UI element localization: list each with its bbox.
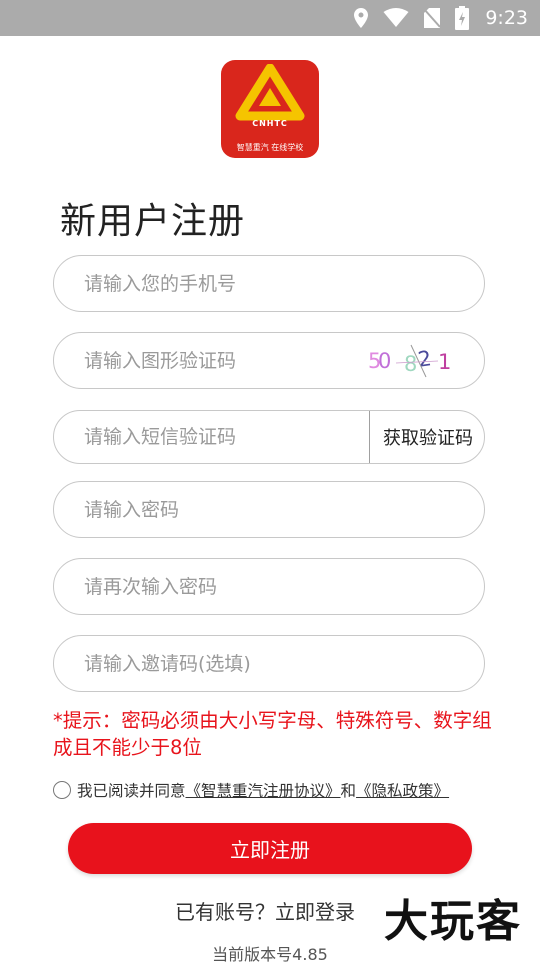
confirm-password-field bbox=[53, 558, 485, 615]
user-agreement-link[interactable]: 《智慧重汽注册协议》 bbox=[186, 779, 341, 801]
status-bar: 9:23 bbox=[0, 0, 540, 36]
watermark: 大玩客 bbox=[366, 889, 540, 947]
agreement-and: 和 bbox=[340, 782, 357, 800]
agreement-row: 我已阅读并同意 《智慧重汽注册协议》 和 《隐私政策》 bbox=[53, 778, 449, 802]
register-button[interactable]: 立即注册 bbox=[68, 823, 472, 874]
privacy-policy-link[interactable]: 《隐私政策》 bbox=[356, 779, 449, 801]
password-hint: *提示：密码必须由大小写字母、特殊符号、数字组成且不能少于8位 bbox=[53, 709, 492, 759]
login-link[interactable]: 已有账号？立即登录 bbox=[175, 896, 355, 925]
password-field bbox=[53, 481, 485, 538]
captcha-field: 5 0 8 2 1 bbox=[53, 332, 485, 389]
password-input[interactable] bbox=[84, 482, 344, 537]
no-sim-icon bbox=[423, 7, 442, 29]
captcha-noise bbox=[395, 344, 439, 378]
status-time: 9:23 bbox=[485, 7, 528, 29]
sms-code-input[interactable] bbox=[84, 411, 344, 463]
captcha-image[interactable]: 5 0 8 2 1 bbox=[368, 343, 488, 379]
app-logo: CNHTC 智慧重汽 在线学校 bbox=[221, 60, 319, 158]
confirm-password-input[interactable] bbox=[84, 559, 344, 614]
agreement-prefix: 我已阅读并同意 bbox=[77, 782, 186, 800]
logo-subtitle: 智慧重汽 在线学校 bbox=[236, 143, 304, 152]
phone-field bbox=[53, 255, 485, 312]
phone-input[interactable] bbox=[84, 256, 344, 311]
agree-radio[interactable] bbox=[53, 781, 71, 799]
location-icon bbox=[353, 7, 369, 29]
wifi-icon bbox=[383, 8, 409, 28]
page-title: 新用户注册 bbox=[60, 201, 246, 242]
sms-field: 获取验证码 bbox=[53, 410, 485, 464]
battery-icon bbox=[455, 6, 470, 30]
invite-code-field bbox=[53, 635, 485, 692]
get-sms-code-button[interactable]: 获取验证码 bbox=[370, 411, 486, 463]
logo-brand-text: CNHTC bbox=[252, 119, 288, 128]
invite-code-input[interactable] bbox=[84, 636, 344, 691]
status-icons: 9:23 bbox=[353, 0, 528, 36]
captcha-input[interactable] bbox=[84, 333, 344, 388]
